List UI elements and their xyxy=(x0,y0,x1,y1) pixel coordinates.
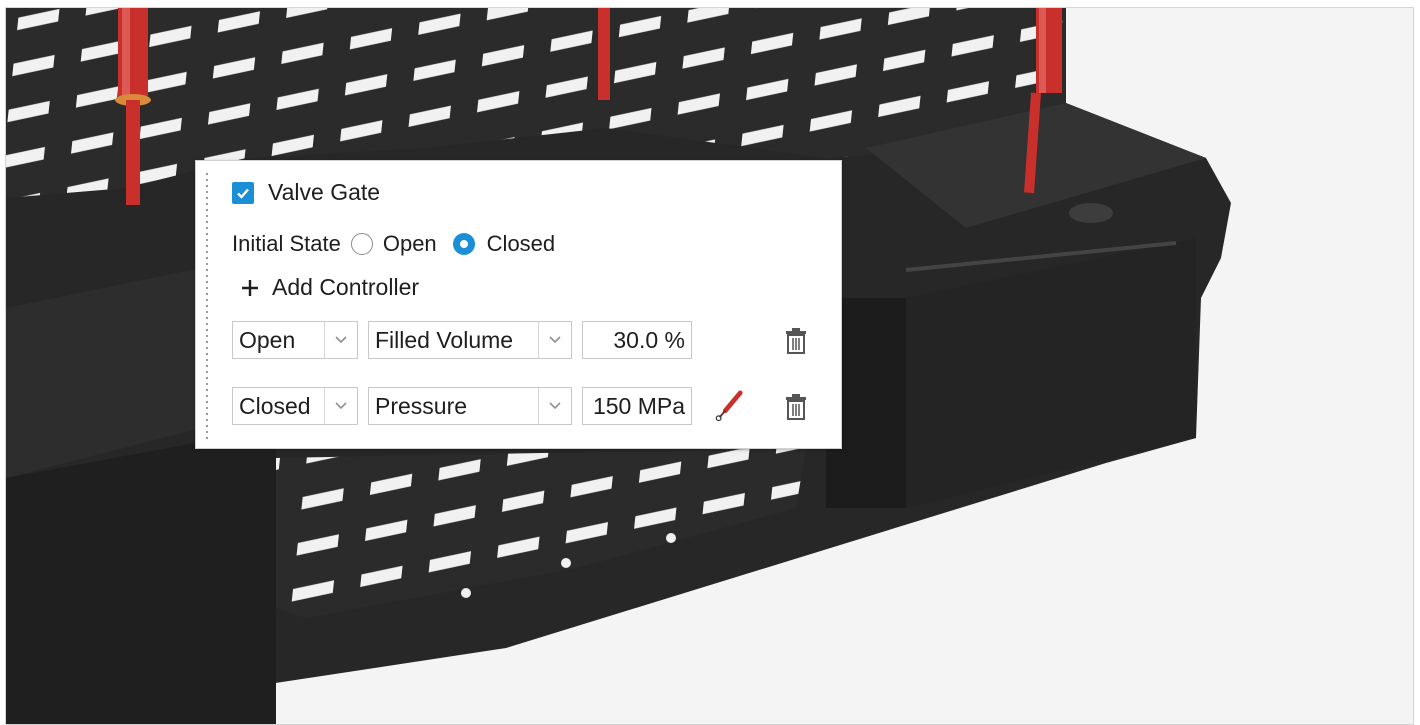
radio-open-label[interactable]: Open xyxy=(383,231,437,257)
trash-icon[interactable] xyxy=(781,324,811,358)
controller-2-criterion-select[interactable]: Pressure xyxy=(368,387,572,425)
chevron-down-icon xyxy=(324,388,357,424)
radio-closed[interactable] xyxy=(452,233,475,255)
valve-gate-panel: Valve Gate Initial State Open Closed Add… xyxy=(195,160,842,449)
initial-state-row: Initial State Open Closed xyxy=(232,231,555,257)
drag-handle[interactable] xyxy=(205,171,209,441)
radio-closed-label[interactable]: Closed xyxy=(487,231,555,257)
initial-state-label: Initial State xyxy=(232,231,341,256)
valve-gate-label: Valve Gate xyxy=(268,179,381,205)
check-icon[interactable] xyxy=(232,181,254,204)
trash-icon[interactable] xyxy=(781,390,811,424)
controller-2-state-select[interactable]: Closed xyxy=(232,387,358,425)
chevron-down-icon xyxy=(538,388,571,424)
add-controller-button[interactable]: Add Controller xyxy=(240,274,419,301)
controller-1-criterion-select[interactable]: Filled Volume xyxy=(368,321,572,359)
controller-1-state-select[interactable]: Open xyxy=(232,321,358,359)
chevron-down-icon xyxy=(538,322,571,358)
add-controller-label: Add Controller xyxy=(272,274,420,300)
probe-icon[interactable] xyxy=(714,389,744,423)
radio-open[interactable] xyxy=(350,233,373,255)
chevron-down-icon xyxy=(324,322,357,358)
controller-1-value-field[interactable]: 30.0 % xyxy=(582,321,692,359)
valve-gate-row: Valve Gate xyxy=(232,179,380,206)
plus-icon xyxy=(242,279,258,296)
controller-2-value-field[interactable]: 150 MPa xyxy=(582,387,692,425)
